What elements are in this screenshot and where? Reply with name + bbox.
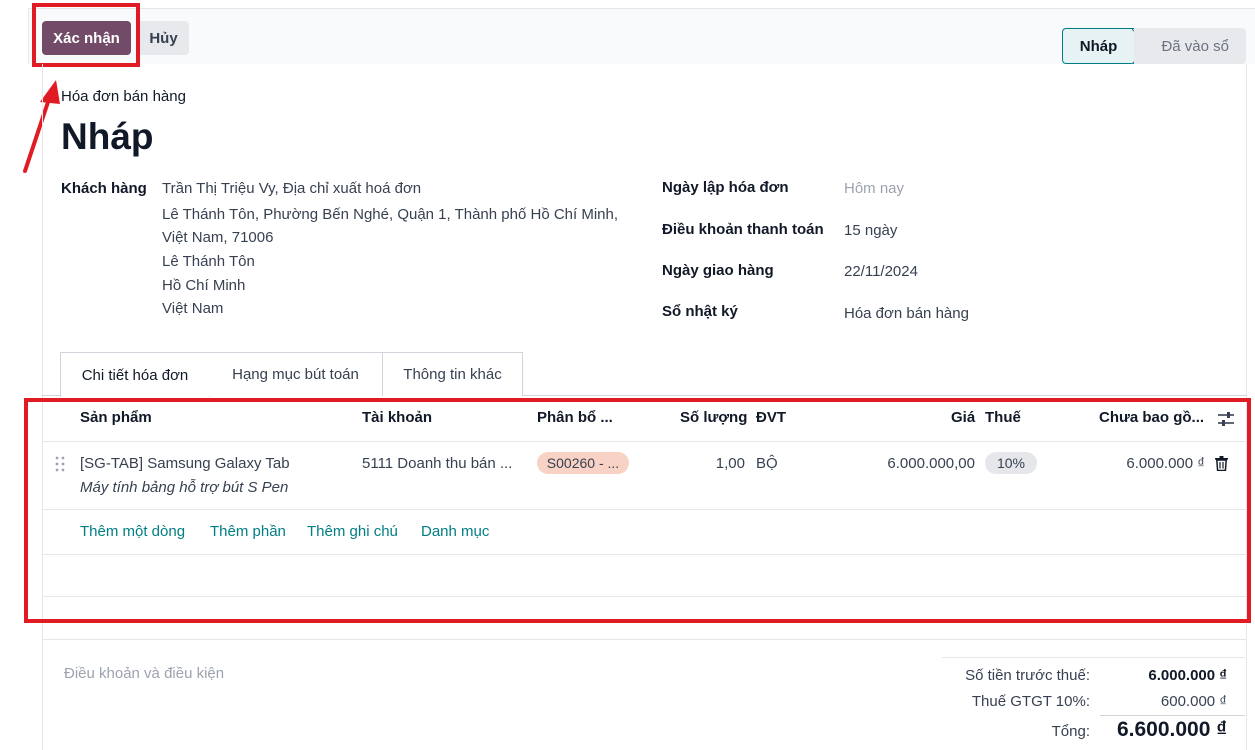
notebook-tabs: Chi tiết hóa đơn Hạng mục bút toán Thông… bbox=[42, 352, 1247, 397]
tab-invoice-lines-label: Chi tiết hóa đơn bbox=[81, 366, 189, 384]
customer-address-line: Hồ Chí Minh bbox=[162, 277, 246, 294]
totals-divider bbox=[942, 657, 1245, 658]
tax-amount-value: 600.000 ₫ bbox=[1160, 693, 1227, 710]
customer-address-line: Việt Nam, 71006 bbox=[162, 229, 274, 246]
total-label: Tổng: bbox=[1051, 723, 1090, 740]
terms-field[interactable]: Điều khoản và điều kiện bbox=[64, 665, 224, 682]
page-title: Nháp bbox=[61, 116, 154, 157]
customer-name[interactable]: Trần Thị Triệu Vy, Địa chỉ xuất hoá đơn bbox=[162, 180, 421, 197]
total-separator bbox=[1100, 715, 1245, 716]
tax-amount-label: Thuế GTGT 10%: bbox=[971, 693, 1090, 710]
customer-address-line: Việt Nam bbox=[162, 300, 224, 317]
tab-other-info-label: Thông tin khác bbox=[403, 366, 502, 383]
customer-address-line: Lê Thánh Tôn bbox=[162, 253, 255, 270]
total-value: 6.600.000 ₫ bbox=[1116, 718, 1227, 741]
tab-journal-items-label: Hạng mục bút toán bbox=[232, 366, 359, 383]
journal-label: Sổ nhật ký bbox=[662, 303, 738, 320]
delivery-date-label: Ngày giao hàng bbox=[662, 262, 774, 279]
delivery-date-field[interactable]: 22/11/2024 bbox=[844, 263, 918, 280]
untaxed-amount-value: 6.000.000 ₫ bbox=[1148, 667, 1227, 684]
cancel-button[interactable]: Hủy bbox=[138, 21, 189, 55]
invoice-date-label: Ngày lập hóa đơn bbox=[662, 179, 789, 196]
move-type-label: Hóa đơn bán hàng bbox=[61, 88, 186, 105]
invoice-date-field[interactable]: Hôm nay bbox=[844, 180, 904, 197]
footer-divider bbox=[42, 639, 1247, 640]
tab-other-info[interactable]: Thông tin khác bbox=[382, 352, 523, 396]
journal-field[interactable]: Hóa đơn bán hàng bbox=[844, 305, 969, 322]
customer-address-line: Lê Thánh Tôn, Phường Bến Nghé, Quận 1, T… bbox=[162, 206, 619, 223]
control-panel: Xác nhận Hủy Nháp Đã vào sổ bbox=[28, 8, 1255, 64]
confirm-highlight-box bbox=[32, 3, 140, 67]
tab-journal-items[interactable]: Hạng mục bút toán bbox=[209, 352, 383, 396]
payment-terms-label: Điều khoản thanh toán bbox=[662, 221, 824, 238]
status-draft[interactable]: Nháp bbox=[1062, 28, 1134, 64]
tab-invoice-lines[interactable]: Chi tiết hóa đơn bbox=[60, 352, 210, 397]
untaxed-amount-label: Số tiền trước thuế: bbox=[965, 667, 1090, 684]
payment-terms-field[interactable]: 15 ngày bbox=[844, 222, 897, 239]
customer-label: Khách hàng bbox=[61, 180, 147, 197]
table-highlight-box bbox=[24, 398, 1251, 623]
status-bar: Nháp Đã vào sổ bbox=[1062, 28, 1246, 64]
status-posted[interactable]: Đã vào sổ bbox=[1134, 28, 1246, 64]
status-draft-label: Nháp bbox=[1079, 37, 1118, 55]
status-posted-label: Đã vào sổ bbox=[1161, 37, 1229, 55]
